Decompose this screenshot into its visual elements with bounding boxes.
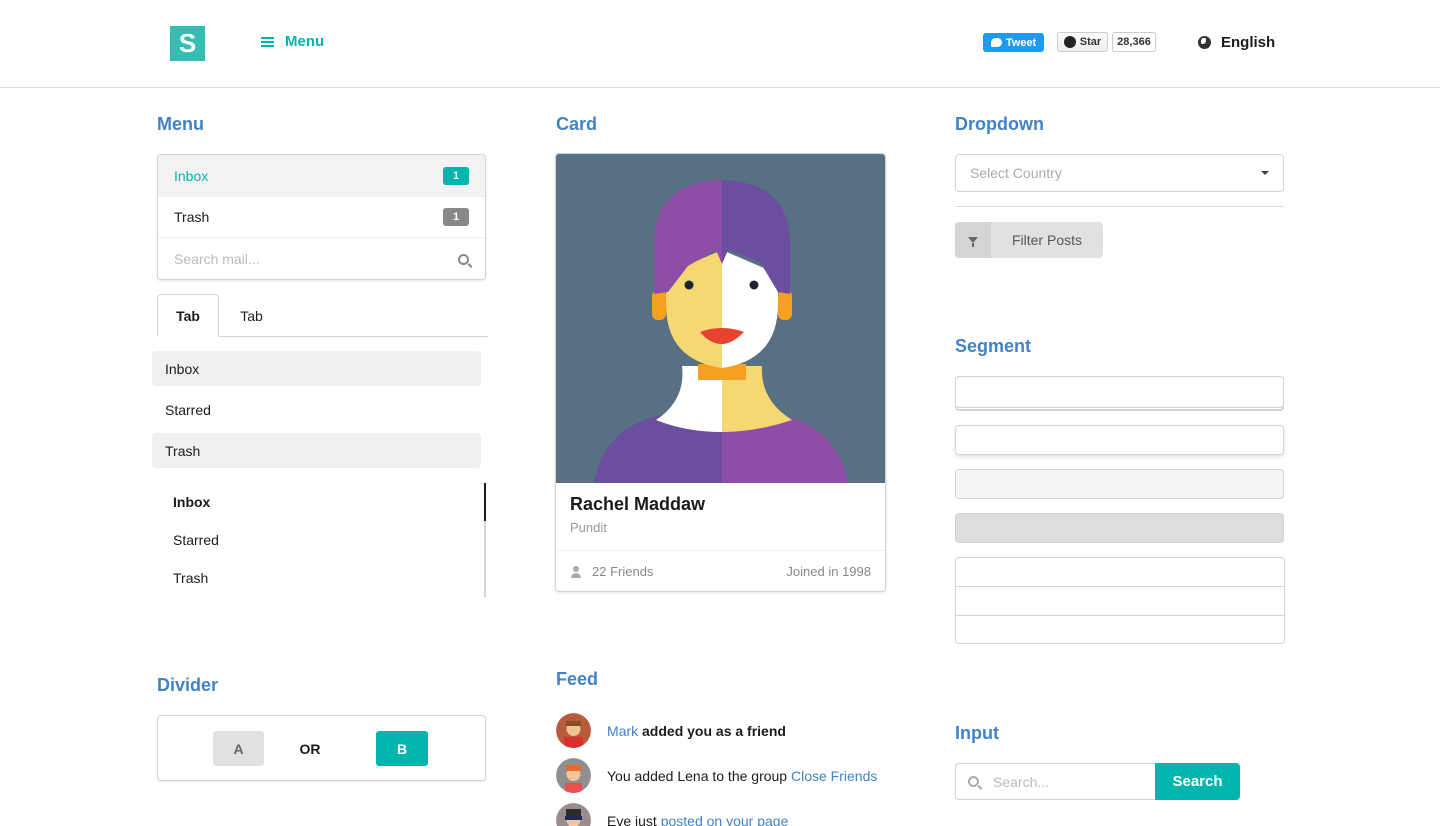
search-mail-input[interactable]: Search mail...: [158, 238, 485, 279]
tab-2[interactable]: Tab: [219, 294, 284, 337]
feed-event: Eve just posted on your page: [556, 798, 896, 826]
search-icon: [458, 253, 469, 265]
button-b[interactable]: B: [376, 731, 428, 766]
card-extra: 22 Friends Joined in 1998: [556, 550, 885, 591]
feed-link[interactable]: Close Friends: [791, 768, 877, 784]
menu-button[interactable]: Menu: [261, 33, 324, 50]
secondary-segment: [955, 469, 1284, 499]
search-input-placeholder: Search...: [993, 773, 1050, 790]
avatar-illustration: [556, 154, 885, 483]
secondary-vertical-menu: Inbox Starred Trash: [157, 483, 486, 597]
tweet-label: Tweet: [1005, 36, 1037, 49]
search-icon: [968, 776, 979, 787]
section-title-divider: Divider: [157, 675, 219, 695]
github-star-button[interactable]: Star: [1057, 32, 1108, 52]
segment: [956, 558, 1284, 587]
user-icon: [570, 565, 582, 578]
section-title-feed: Feed: [556, 669, 599, 689]
menu-item-trash[interactable]: Trash 1: [158, 197, 485, 238]
pointing-item-starred[interactable]: Starred: [152, 392, 481, 427]
tab-bar: Tab Tab: [157, 294, 488, 337]
star-label: Star: [1079, 36, 1102, 48]
friends-count[interactable]: 22 Friends: [570, 564, 653, 579]
vertical-menu: Inbox 1 Trash 1 Search mail...: [157, 154, 486, 280]
secondary-item-trash[interactable]: Trash: [157, 559, 484, 597]
segment: [956, 616, 1284, 645]
filter-icon-wrap: [955, 222, 991, 258]
language-selector[interactable]: English: [1198, 34, 1275, 51]
feed-text: Eve just: [607, 812, 661, 826]
menu-item-label: Inbox: [174, 167, 209, 184]
secondary-item-starred[interactable]: Starred: [157, 521, 484, 559]
activity-feed: Mark added you as a friend You added Len…: [556, 708, 896, 826]
count-badge: 1: [443, 208, 469, 226]
filter-icon: [968, 237, 978, 247]
logo[interactable]: S: [170, 26, 205, 61]
pointing-item-trash[interactable]: Trash: [152, 433, 481, 468]
section-title-card: Card: [556, 114, 598, 134]
country-dropdown[interactable]: Select Country: [955, 154, 1284, 192]
search-placeholder: Search mail...: [174, 251, 260, 267]
stacked-segment: [955, 376, 1284, 408]
dropdown-caret-icon: [1261, 171, 1269, 175]
divider-line: [955, 206, 1284, 207]
segment: [956, 587, 1284, 616]
segment-group: [955, 557, 1285, 644]
pointing-item-inbox[interactable]: Inbox: [152, 351, 481, 386]
or-divider: OR: [299, 740, 321, 757]
section-title-segment: Segment: [955, 336, 1032, 356]
search-button[interactable]: Search: [1155, 763, 1240, 800]
globe-icon: [1198, 36, 1211, 49]
top-navbar: S Menu Tweet Star 28,366 English: [0, 0, 1440, 88]
twitter-icon: [990, 38, 1002, 47]
pointing-menu: Inbox Starred Trash: [152, 351, 481, 474]
feed-event: Mark added you as a friend: [556, 708, 896, 753]
card-meta: Pundit: [570, 520, 607, 535]
joined-date: Joined in 1998: [786, 564, 871, 579]
menu-item-inbox[interactable]: Inbox 1: [158, 155, 485, 197]
hamburger-icon: [261, 35, 274, 49]
filter-label: Filter Posts: [1011, 232, 1082, 248]
tweet-button[interactable]: Tweet: [983, 33, 1044, 52]
feed-link[interactable]: Mark: [607, 723, 638, 739]
section-title-menu: Menu: [157, 114, 204, 134]
avatar-icon: [556, 758, 591, 793]
star-count[interactable]: 28,366: [1112, 32, 1156, 52]
friends-label: 22 Friends: [592, 564, 654, 579]
feed-link[interactable]: posted on your page: [661, 813, 789, 826]
menu-item-label: Trash: [174, 209, 210, 225]
filter-posts-button[interactable]: Filter Posts: [955, 222, 1103, 258]
count-badge: 1: [443, 166, 469, 185]
section-title-input: Input: [955, 723, 999, 743]
secondary-item-inbox[interactable]: Inbox: [157, 483, 486, 521]
card-name: Rachel Maddaw: [570, 494, 706, 514]
avatar-icon: [556, 713, 591, 748]
search-input[interactable]: Search...: [955, 763, 1156, 800]
raised-segment: [955, 425, 1284, 455]
avatar-icon: [556, 803, 591, 826]
feed-text: You added Lena to the group: [607, 767, 791, 784]
dropdown-placeholder: Select Country: [970, 165, 1062, 181]
divider-segment: A OR B: [157, 715, 486, 781]
profile-card[interactable]: Rachel Maddaw Pundit 22 Friends Joined i…: [555, 153, 886, 592]
feed-event: You added Lena to the group Close Friend…: [556, 753, 896, 798]
tab-1[interactable]: Tab: [157, 294, 219, 337]
feed-text: added you as a friend: [638, 722, 786, 739]
language-label: English: [1221, 34, 1276, 51]
github-icon: [1063, 36, 1076, 48]
menu-button-label: Menu: [285, 33, 325, 50]
section-title-dropdown: Dropdown: [955, 114, 1044, 134]
button-a[interactable]: A: [213, 731, 264, 766]
tertiary-segment: [955, 513, 1284, 543]
